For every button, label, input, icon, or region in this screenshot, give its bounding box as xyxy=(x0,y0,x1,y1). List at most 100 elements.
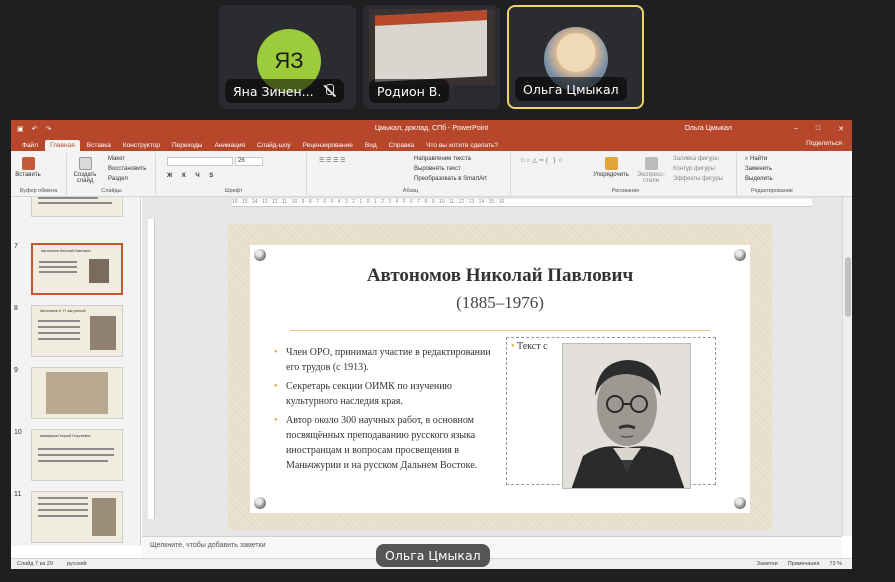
slide-subtitle[interactable]: (1885–1976) xyxy=(250,293,750,313)
thumbnail-title: Автономов Николай Павлович xyxy=(41,249,91,253)
slide-thumbnail-11[interactable] xyxy=(31,491,123,543)
bullet-item: Автор около 300 научных работ, в основно… xyxy=(274,413,494,473)
slide-thumbnail-9[interactable] xyxy=(31,367,123,419)
tab-view[interactable]: Вид xyxy=(360,140,382,151)
reset-button[interactable]: Восстановить xyxy=(108,166,146,172)
content-placeholder[interactable]: Текст с xyxy=(506,337,716,489)
participant-tile-olga[interactable]: Ольга Цмыкал xyxy=(507,5,644,109)
group-label: Редактирование xyxy=(751,188,793,194)
mic-muted-icon xyxy=(322,84,336,98)
paste-label: Вставить xyxy=(15,172,41,178)
slide-editor[interactable]: 16 · 15 · 14 · 13 · 12 · 11 · 10 · 9 · 8… xyxy=(142,197,842,536)
new-slide-label: Создать слайд xyxy=(73,172,97,184)
participant-tile-yana[interactable]: ЯЗ Яна Зинен... xyxy=(219,5,356,109)
user-name: Ольга Цмыкал xyxy=(684,125,732,132)
thumbnail-photo xyxy=(92,498,116,536)
pin-icon xyxy=(254,249,266,261)
comments-button[interactable]: Примечания xyxy=(788,561,820,567)
tab-home[interactable]: Главная xyxy=(44,140,80,151)
active-speaker-label: Ольга Цмыкал xyxy=(376,544,490,567)
slide-thumbnail-6[interactable] xyxy=(31,197,123,217)
find-button[interactable]: ⌕ Найти xyxy=(745,156,767,163)
tab-slideshow[interactable]: Слайд-шоу xyxy=(252,140,296,151)
tell-me-search[interactable]: Что вы хотите сделать? xyxy=(421,140,503,151)
section-button[interactable]: Раздел xyxy=(108,176,128,182)
align-text-button[interactable]: Выровнять текст xyxy=(414,166,461,172)
ribbon-group-drawing: □○△⇨{ }☆ Упорядочить Экспресс-стили Зали… xyxy=(515,153,737,195)
tab-review[interactable]: Рецензирование xyxy=(298,140,358,151)
arrange-button[interactable]: Упорядочить xyxy=(593,157,629,178)
vertical-ruler xyxy=(148,219,155,519)
slide-title[interactable]: Автономов Николай Павлович xyxy=(250,265,750,287)
paste-button[interactable]: Вставить xyxy=(15,157,41,178)
tab-animations[interactable]: Анимация xyxy=(209,140,250,151)
slide-number: 10 xyxy=(14,429,22,436)
pin-icon xyxy=(254,497,266,509)
placeholder-text: Текст с xyxy=(511,341,548,352)
slide-thumbnail-8[interactable]: Автономов Н. П. как ученый xyxy=(31,305,123,357)
language-indicator[interactable]: русский xyxy=(67,561,87,567)
video-feed xyxy=(369,9,495,85)
notes-button[interactable]: Заметки xyxy=(757,561,778,567)
tab-design[interactable]: Конструктор xyxy=(118,140,165,151)
pin-icon xyxy=(734,249,746,261)
maximize-icon[interactable]: □ xyxy=(816,125,820,133)
replace-button[interactable]: Заменить xyxy=(745,166,772,172)
zoom-level[interactable]: 73 % xyxy=(829,561,842,567)
bullet-item: Секретарь секции ОИМК по изучению культу… xyxy=(274,379,494,409)
font-name-box[interactable] xyxy=(167,157,233,166)
title-bar: ▣ ↶ ↷ Цмыкал, доклад, СПб - PowerPoint О… xyxy=(11,120,852,137)
notes-pane[interactable]: Щелкните, чтобы добавить заметки xyxy=(142,536,842,558)
thumbnail-title: Аввакумов Георгий Георгиевич xyxy=(40,434,91,438)
shared-screen-powerpoint: ▣ ↶ ↷ Цмыкал, доклад, СПб - PowerPoint О… xyxy=(11,120,852,569)
participant-name-label: Родион В. xyxy=(377,83,442,99)
smartart-button[interactable]: Преобразовать в SmartArt xyxy=(414,176,487,182)
quick-styles-label: Экспресс-стили xyxy=(637,172,665,184)
current-slide[interactable]: Автономов Николай Павлович (1885–1976) Ч… xyxy=(228,224,772,530)
close-icon[interactable]: ✕ xyxy=(838,125,844,133)
list-buttons[interactable]: ☰ ☰ ☰ ☰ xyxy=(319,157,346,164)
group-label: Буфер обмена xyxy=(19,188,58,194)
new-slide-button[interactable]: Создать слайд xyxy=(71,157,99,184)
portrait-photo[interactable] xyxy=(562,343,691,489)
text-direction-button[interactable]: Направление текста xyxy=(414,156,471,162)
slide-thumbnail-10[interactable]: Аввакумов Георгий Георгиевич xyxy=(31,429,123,481)
share-button[interactable]: Поделиться xyxy=(806,140,842,147)
group-label: Шрифт xyxy=(224,188,243,194)
slide-bullet-list[interactable]: Член ОРО, принимал участие в редактирова… xyxy=(274,345,494,477)
select-button[interactable]: Выделить xyxy=(745,176,773,182)
slide-number: 7 xyxy=(14,243,18,250)
arrange-label: Упорядочить xyxy=(593,172,629,178)
minimize-icon[interactable]: – xyxy=(794,125,798,133)
slide-thumbnail-7[interactable]: Автономов Николай Павлович xyxy=(31,243,123,295)
thumbnail-photo xyxy=(46,372,108,414)
ribbon-group-paragraph: ☰ ☰ ☰ ☰ Направление текста Выровнять тек… xyxy=(311,153,511,195)
window-controls: – □ ✕ xyxy=(794,125,844,133)
participant-name-label: Ольга Цмыкал xyxy=(523,81,619,97)
paste-icon xyxy=(21,157,35,170)
shape-fill-button[interactable]: Заливка фигуры xyxy=(673,156,719,162)
shapes-gallery[interactable]: □○△⇨{ }☆ xyxy=(521,157,565,164)
arrange-icon xyxy=(604,157,618,170)
font-size-box[interactable]: 26 xyxy=(235,157,263,166)
tab-transitions[interactable]: Переходы xyxy=(167,140,208,151)
shape-effects-button[interactable]: Эффекты фигуры xyxy=(673,176,723,182)
slide-number: 8 xyxy=(14,305,18,312)
layout-button[interactable]: Макет xyxy=(108,156,125,162)
participant-tile-rodion[interactable]: Родион В. xyxy=(363,5,500,109)
find-label: Найти xyxy=(750,156,768,162)
font-format-buttons[interactable]: Ж К Ч S xyxy=(167,173,217,179)
slide-number: 9 xyxy=(14,367,18,374)
thumbnail-photo xyxy=(89,259,109,283)
slide-thumbnails-pane[interactable]: 7 Автономов Николай Павлович 8 Автономов… xyxy=(11,197,141,546)
tab-insert[interactable]: Вставка xyxy=(82,140,116,151)
tab-file[interactable]: Файл xyxy=(17,140,43,151)
tab-help[interactable]: Справка xyxy=(384,140,420,151)
shape-outline-button[interactable]: Контур фигуры xyxy=(673,166,715,172)
quick-styles-button[interactable]: Экспресс-стили xyxy=(633,157,669,184)
slide-card: Автономов Николай Павлович (1885–1976) Ч… xyxy=(250,245,750,513)
ribbon-group-slides: Создать слайд Макет Восстановить Раздел … xyxy=(68,153,156,195)
search-icon: ⌕ xyxy=(745,156,749,162)
pin-icon xyxy=(734,497,746,509)
vertical-scrollbar[interactable] xyxy=(842,197,852,536)
